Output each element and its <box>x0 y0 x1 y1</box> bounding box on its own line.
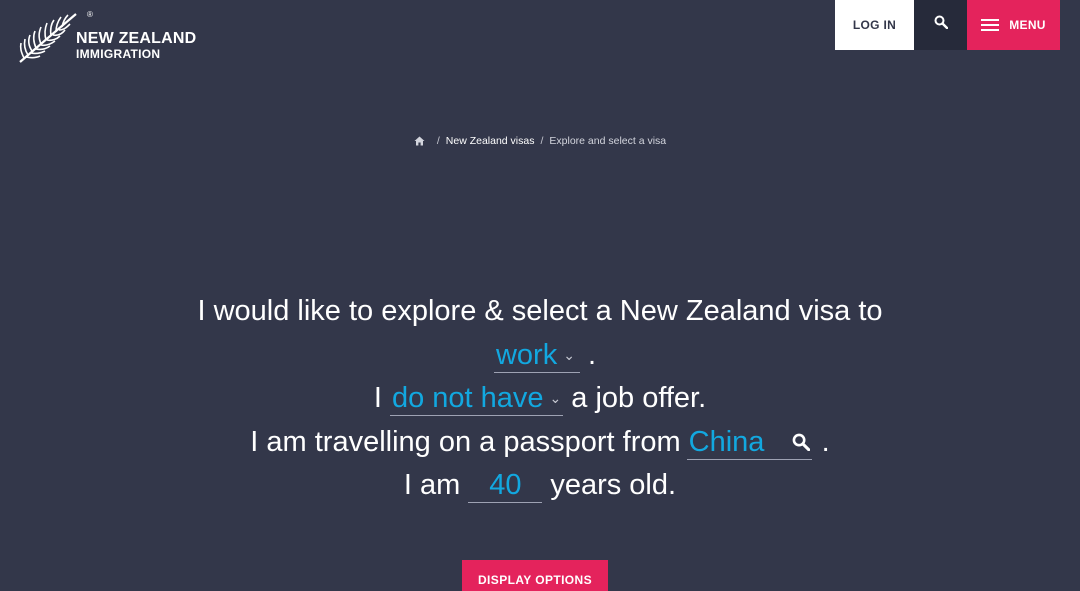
country-value: China <box>688 425 765 458</box>
form-line-1: I would like to explore & select a New Z… <box>197 295 883 327</box>
job-offer-value: do not have <box>391 382 544 414</box>
purpose-select[interactable]: work ⌄ <box>493 338 580 373</box>
chevron-down-icon: ⌄ <box>549 390 562 406</box>
logo-line-2: IMMIGRATION <box>76 47 161 61</box>
job-offer-suffix: a job offer. <box>571 382 707 414</box>
breadcrumb-separator: / <box>436 135 440 147</box>
hamburger-icon <box>981 19 1000 31</box>
visa-explorer-form: I would like to explore & select a New Z… <box>0 290 1080 508</box>
passport-period: . <box>821 425 830 458</box>
nz-immigration-logo[interactable]: ® NEW ZEALAND IMMIGRATION <box>16 10 196 66</box>
page: ® NEW ZEALAND IMMIGRATION LOG IN MENU / … <box>0 0 1080 591</box>
job-offer-select[interactable]: do not have ⌄ <box>389 381 564 416</box>
menu-button[interactable]: MENU <box>967 0 1060 50</box>
search-button[interactable] <box>914 0 967 50</box>
menu-label: MENU <box>1009 18 1046 32</box>
form-line-5: I am 40 years old. <box>0 464 1080 508</box>
breadcrumb-nz-visas[interactable]: New Zealand visas <box>446 135 535 147</box>
chevron-down-icon: ⌄ <box>563 346 575 363</box>
breadcrumb: / New Zealand visas / Explore and select… <box>0 135 1080 147</box>
purpose-period: . <box>587 338 597 371</box>
form-line-3: I do not have ⌄ a job offer. <box>0 377 1080 421</box>
registered-mark: ® <box>87 10 93 19</box>
form-line-2: work ⌄. <box>0 334 1080 378</box>
display-options-button[interactable]: DISPLAY OPTIONS <box>462 560 608 591</box>
search-icon <box>934 15 948 29</box>
breadcrumb-separator: / <box>540 135 544 147</box>
age-input[interactable]: 40 <box>468 468 543 503</box>
silver-fern-icon <box>19 13 77 63</box>
purpose-value: work <box>495 338 558 371</box>
login-button[interactable]: LOG IN <box>835 0 914 50</box>
search-icon <box>792 433 810 451</box>
form-line-4: I am travelling on a passport from China. <box>0 421 1080 465</box>
age-suffix: years old. <box>550 469 677 501</box>
home-icon[interactable] <box>414 136 425 146</box>
logo-line-1: NEW ZEALAND <box>76 30 197 47</box>
age-prefix: I am <box>403 469 461 501</box>
logo-wordmark: NEW ZEALAND IMMIGRATION <box>76 30 197 61</box>
header-nav: LOG IN MENU <box>835 0 1060 50</box>
country-input[interactable]: China <box>686 425 812 460</box>
breadcrumb-current: Explore and select a visa <box>549 135 667 147</box>
passport-prefix: I am travelling on a passport from <box>250 425 681 458</box>
job-offer-prefix: I <box>373 382 382 414</box>
